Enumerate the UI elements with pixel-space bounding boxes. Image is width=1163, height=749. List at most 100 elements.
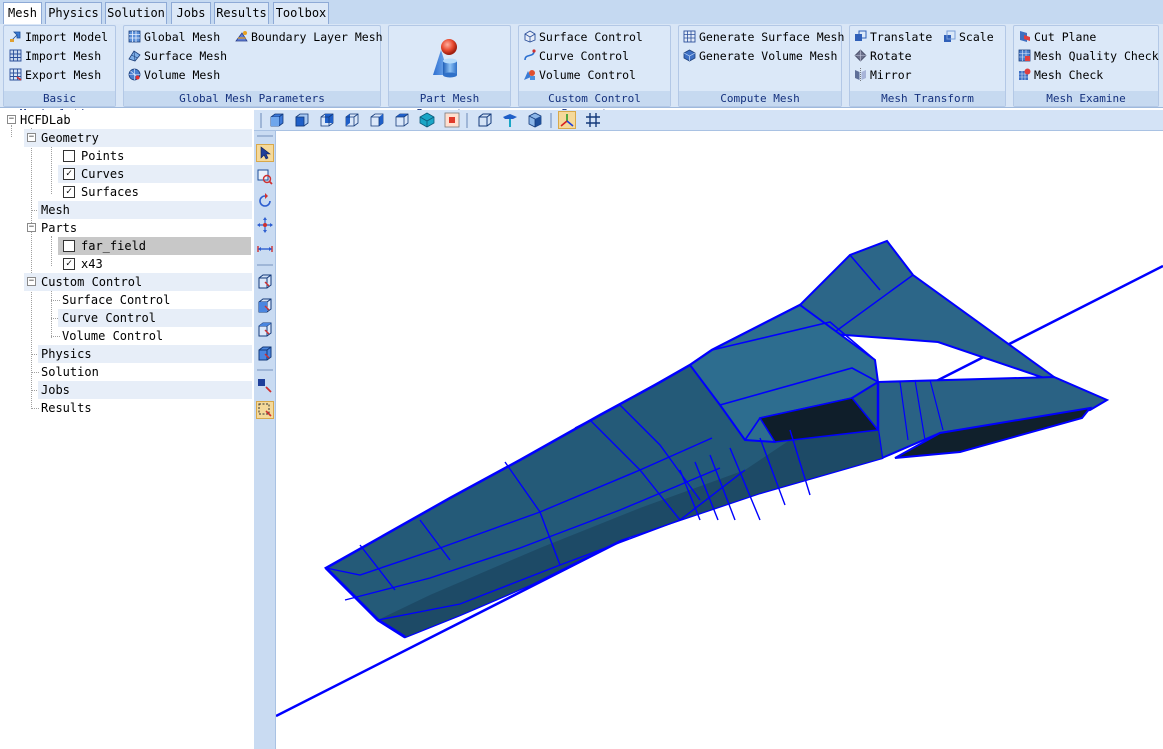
global-mesh-icon	[128, 30, 141, 43]
translate-button[interactable]: Translate	[854, 28, 932, 46]
surface-edge-icon	[503, 114, 517, 127]
view-iso-button[interactable]	[268, 111, 286, 129]
tab-toolbox[interactable]: Toolbox	[273, 2, 329, 24]
tree-item-custom-control[interactable]: − Custom Control	[24, 273, 252, 291]
collapse-toggle[interactable]: −	[27, 277, 36, 286]
tree-item-mesh[interactable]: Mesh	[38, 201, 252, 219]
tree-label-root: HCFDLab	[20, 113, 71, 127]
tree-item-physics[interactable]: Physics	[38, 345, 252, 363]
3d-viewport[interactable]	[276, 131, 1163, 749]
generate-volume-mesh-label: Generate Volume Mesh	[699, 49, 838, 63]
tree-item-curves[interactable]: ✓ Curves	[58, 165, 252, 183]
group-label-global-mesh-parameters: Global Mesh Parameters	[124, 91, 380, 106]
measure-button[interactable]	[256, 240, 274, 258]
tree-label-volume-control: Volume Control	[62, 329, 164, 343]
box-select-2-icon	[258, 298, 272, 313]
collapse-toggle[interactable]: −	[27, 223, 36, 232]
pick-point-button[interactable]	[256, 376, 274, 394]
toolbar-separator	[257, 264, 273, 266]
tree-label-solution: Solution	[41, 365, 99, 379]
pan-button[interactable]	[256, 216, 274, 234]
axis-toggle-button[interactable]	[558, 111, 576, 129]
view-fit-button[interactable]	[443, 111, 461, 129]
view-bottom-button[interactable]	[418, 111, 436, 129]
import-mesh-button[interactable]: Import Mesh	[9, 47, 101, 65]
box-select-4-button[interactable]	[256, 345, 274, 363]
tree-item-parts[interactable]: − Parts	[24, 219, 252, 237]
mesh-check-button[interactable]: Mesh Check	[1018, 66, 1103, 84]
rotate-view-button[interactable]	[256, 192, 274, 210]
tree-item-surface-control[interactable]: Surface Control	[58, 291, 252, 309]
tree-item-curve-control[interactable]: Curve Control	[58, 309, 252, 327]
box-select-3-icon	[258, 322, 272, 337]
view-left-button[interactable]	[343, 111, 361, 129]
generate-volume-mesh-button[interactable]: Generate Volume Mesh	[683, 47, 837, 65]
view-front-button[interactable]	[293, 111, 311, 129]
mirror-button[interactable]: Mirror	[854, 66, 912, 84]
surfaces-checkbox[interactable]: ✓	[63, 186, 75, 198]
scale-icon	[944, 30, 956, 42]
tree-label-custom-control: Custom Control	[41, 275, 143, 289]
interaction-toolbar	[254, 131, 276, 749]
tree-item-x43[interactable]: ✓ x43	[58, 255, 252, 273]
view-back-button[interactable]	[318, 111, 336, 129]
cut-plane-button[interactable]: Cut Plane	[1018, 28, 1096, 46]
group-label-basic-manipulation: Basic Manipulation	[4, 91, 115, 120]
zoom-box-button[interactable]	[256, 168, 274, 186]
box-select-1-button[interactable]	[256, 273, 274, 291]
wireframe-button[interactable]	[476, 111, 494, 129]
box-select-2-button[interactable]	[256, 297, 274, 315]
tab-results[interactable]: Results	[214, 2, 269, 24]
tree-label-curves: Curves	[81, 167, 125, 181]
tree-label-surface-control: Surface Control	[62, 293, 171, 307]
surface-control-button[interactable]: Surface Control	[523, 28, 643, 46]
group-label-part-mesh-parameters: Part Mesh Parameters	[389, 91, 510, 120]
export-mesh-button[interactable]: Export Mesh	[9, 66, 101, 84]
scale-button[interactable]: Scale	[943, 28, 994, 46]
tab-mesh[interactable]: Mesh	[3, 2, 42, 25]
rotate-button[interactable]: Rotate	[854, 47, 912, 65]
generate-surface-mesh-button[interactable]: Generate Surface Mesh	[683, 28, 844, 46]
mesh-check-label: Mesh Check	[1034, 68, 1104, 82]
view-right-button[interactable]	[368, 111, 386, 129]
curves-checkbox[interactable]: ✓	[63, 168, 75, 180]
tab-solution[interactable]: Solution	[105, 2, 167, 24]
tree-item-surfaces[interactable]: ✓ Surfaces	[58, 183, 252, 201]
grid-toggle-button[interactable]	[584, 111, 602, 129]
import-model-button[interactable]: Import Model	[9, 28, 108, 46]
volume-control-button[interactable]: Volume Control	[523, 66, 636, 84]
tree-item-points[interactable]: Points	[58, 147, 252, 165]
axis-icon	[560, 114, 574, 127]
part-mesh-parameters-button[interactable]	[389, 28, 510, 92]
view-top-button[interactable]	[393, 111, 411, 129]
tree-item-volume-control[interactable]: Volume Control	[58, 327, 252, 345]
tab-physics[interactable]: Physics	[45, 2, 102, 24]
volume-mesh-button[interactable]: Volume Mesh	[128, 66, 220, 84]
collapse-toggle[interactable]: −	[27, 133, 36, 142]
select-button[interactable]	[256, 144, 274, 162]
x43-checkbox[interactable]: ✓	[63, 258, 75, 270]
tree-item-solution[interactable]: Solution	[38, 363, 252, 381]
box-select-3-button[interactable]	[256, 321, 274, 339]
surface-mesh-button[interactable]: Surface Mesh	[128, 47, 227, 65]
tree-item-results[interactable]: Results	[38, 399, 252, 417]
collapse-toggle[interactable]: −	[7, 115, 16, 124]
points-checkbox[interactable]	[63, 150, 75, 162]
tree-item-jobs[interactable]: Jobs	[38, 381, 252, 399]
select-area-button[interactable]	[256, 401, 274, 419]
mesh-quality-check-button[interactable]: Mesh Quality Check	[1018, 47, 1159, 65]
tree-item-geometry[interactable]: − Geometry	[24, 129, 252, 147]
shaded-button[interactable]	[526, 111, 544, 129]
curve-control-button[interactable]: Curve Control	[523, 47, 629, 65]
surface-control-icon	[524, 30, 536, 43]
tree-item-far-field[interactable]: far_field	[58, 237, 251, 255]
boundary-layer-mesh-button[interactable]: Boundary Layer Mesh	[235, 28, 383, 46]
export-mesh-label: Export Mesh	[25, 68, 102, 82]
tab-jobs[interactable]: Jobs	[171, 2, 211, 24]
view-fit-icon	[444, 112, 460, 128]
tree-item-root[interactable]: − HCFDLab	[0, 111, 252, 129]
global-mesh-button[interactable]: Global Mesh	[128, 28, 220, 46]
select-area-icon	[258, 403, 272, 417]
surface-edge-button[interactable]	[501, 111, 519, 129]
far-field-checkbox[interactable]	[63, 240, 75, 252]
